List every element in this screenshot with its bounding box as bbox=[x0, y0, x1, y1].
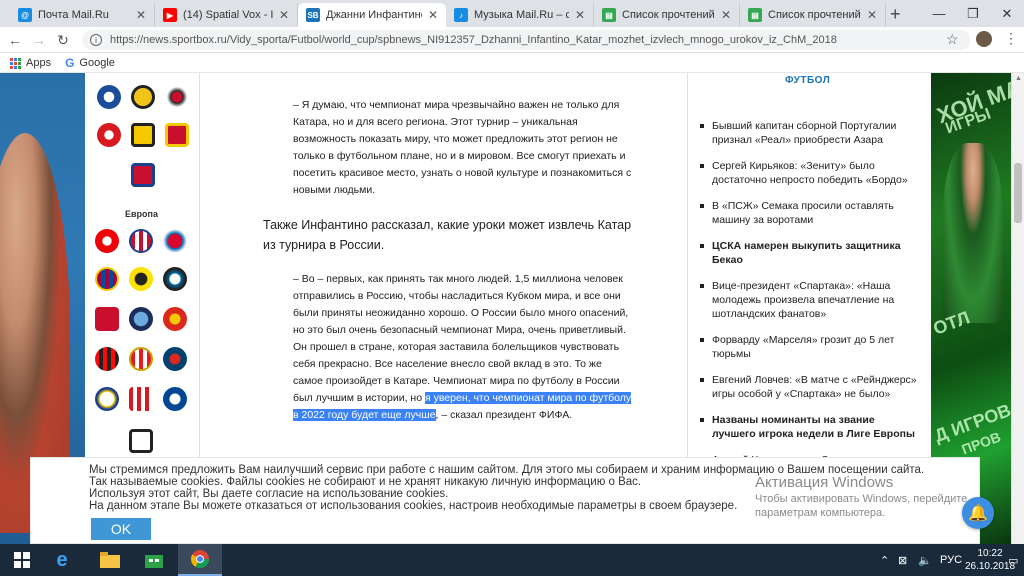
internet-explorer-icon[interactable]: e bbox=[40, 544, 84, 576]
tab-title: Список прочтений авто bbox=[622, 9, 715, 21]
tab-music[interactable]: ♪ Музыка Mail.Ru – слуша ✕ bbox=[446, 3, 594, 27]
network-icon[interactable]: ⊠ bbox=[898, 544, 907, 576]
club-logo[interactable] bbox=[163, 307, 187, 331]
reload-icon[interactable]: ↻ bbox=[54, 31, 72, 49]
news-item[interactable]: В «ПСЖ» Семака просили оставлять машину … bbox=[698, 199, 920, 227]
club-logo[interactable] bbox=[129, 307, 153, 331]
club-logo[interactable] bbox=[129, 429, 153, 453]
club-logo[interactable] bbox=[129, 229, 153, 253]
cookie-ok-button[interactable]: OK bbox=[91, 518, 151, 540]
mail-icon: @ bbox=[18, 8, 32, 22]
tab-title: (14) Spatial Vox - Inc bbox=[183, 9, 273, 21]
windows-start-icon[interactable] bbox=[0, 544, 44, 576]
banner-graphic: ОТЛ bbox=[931, 307, 973, 339]
notification-bell-icon[interactable]: 🔔 bbox=[962, 497, 994, 529]
close-icon[interactable]: ✕ bbox=[867, 8, 877, 22]
sheet-icon: ▤ bbox=[748, 8, 762, 22]
scroll-thumb[interactable] bbox=[1014, 163, 1022, 223]
tab-title: Музыка Mail.Ru – слуша bbox=[474, 9, 569, 21]
club-logo[interactable] bbox=[129, 387, 153, 411]
youtube-icon: ▶ bbox=[163, 8, 177, 22]
store-icon[interactable] bbox=[132, 544, 176, 576]
browser-toolbar: ← → ↻ i https://news.sportbox.ru/Vidy_sp… bbox=[0, 27, 1024, 53]
bookmark-google[interactable]: G Google bbox=[65, 56, 115, 70]
news-item[interactable]: Форварду «Марселя» грозит до 5 лет тюрьм… bbox=[698, 333, 920, 361]
club-logo[interactable] bbox=[165, 85, 189, 109]
club-logo[interactable] bbox=[95, 229, 119, 253]
tab-youtube[interactable]: ▶ (14) Spatial Vox - Inc ✕ bbox=[155, 3, 298, 27]
minimize-button[interactable]: — bbox=[922, 0, 956, 27]
news-item[interactable]: Евгений Ловчев: «В матче с «Рейнджерс» и… bbox=[698, 373, 920, 401]
club-logo[interactable] bbox=[129, 347, 153, 371]
club-logo[interactable] bbox=[95, 347, 119, 371]
new-tab-button[interactable]: + bbox=[890, 4, 901, 25]
close-icon[interactable]: ✕ bbox=[279, 8, 289, 22]
google-icon: G bbox=[65, 55, 75, 70]
news-item[interactable]: ЦСКА намерен выкупить защитника Бекао bbox=[698, 239, 920, 267]
news-list: Бывший капитан сборной Португалии призна… bbox=[698, 119, 920, 479]
club-logo[interactable] bbox=[163, 267, 187, 291]
bookmarks-bar: Apps G Google bbox=[0, 53, 1024, 73]
back-icon[interactable]: ← bbox=[6, 31, 24, 49]
tab-mail[interactable]: @ Почта Mail.Ru ✕ bbox=[10, 3, 155, 27]
club-logo[interactable] bbox=[97, 85, 121, 109]
tab-title: Джанни Инфантино: «К bbox=[326, 9, 422, 21]
file-explorer-icon[interactable] bbox=[88, 544, 132, 576]
lead-paragraph: Также Инфантино рассказал, какие уроки м… bbox=[263, 218, 632, 252]
tab-title: Список прочтений авто bbox=[768, 9, 861, 21]
sheet-icon: ▤ bbox=[602, 8, 616, 22]
club-logo[interactable] bbox=[163, 229, 187, 253]
close-icon[interactable]: ✕ bbox=[575, 8, 585, 22]
club-logo[interactable] bbox=[163, 347, 187, 371]
quote-paragraph: – Во – первых, как принять так много люд… bbox=[293, 273, 632, 421]
close-icon[interactable]: ✕ bbox=[428, 8, 438, 22]
menu-icon[interactable]: ⋮ bbox=[1004, 30, 1018, 47]
bookmark-star-icon[interactable]: ☆ bbox=[946, 31, 959, 48]
club-logo[interactable] bbox=[95, 267, 119, 291]
club-logo[interactable] bbox=[131, 123, 155, 147]
forward-icon[interactable]: → bbox=[30, 31, 48, 49]
tab-bar: @ Почта Mail.Ru ✕ ▶ (14) Spatial Vox - I… bbox=[0, 0, 1024, 27]
club-logo[interactable] bbox=[165, 123, 189, 147]
profile-avatar[interactable] bbox=[976, 31, 992, 47]
scroll-up-icon[interactable]: ▲ bbox=[1015, 75, 1022, 82]
sportbox-icon: SB bbox=[306, 8, 320, 22]
close-icon[interactable]: ✕ bbox=[721, 8, 731, 22]
tab-sheet-1[interactable]: ▤ Список прочтений авто ✕ bbox=[594, 3, 740, 27]
player-photo bbox=[943, 143, 1003, 323]
close-window-button[interactable]: ✕ bbox=[990, 0, 1024, 27]
news-item[interactable]: Сергей Кирьяков: «Зениту» было достаточн… bbox=[698, 159, 920, 187]
info-icon[interactable]: i bbox=[90, 34, 102, 46]
tray-chevron-icon[interactable]: ⌃ bbox=[880, 544, 889, 576]
language-indicator[interactable]: РУС bbox=[940, 544, 962, 576]
chrome-icon[interactable] bbox=[178, 544, 222, 576]
club-logo[interactable] bbox=[129, 267, 153, 291]
url-text: https://news.sportbox.ru/Vidy_sporta/Fut… bbox=[110, 34, 837, 46]
volume-icon[interactable]: 🔈 bbox=[918, 544, 932, 576]
quote-paragraph: – Я думаю, что чемпионат мира чрезвычайн… bbox=[293, 99, 632, 196]
club-logo[interactable] bbox=[131, 85, 155, 109]
news-item[interactable]: Бывший капитан сборной Португалии призна… bbox=[698, 119, 920, 147]
tab-sheet-2[interactable]: ▤ Список прочтений авто ✕ bbox=[740, 3, 886, 27]
address-bar[interactable]: i https://news.sportbox.ru/Vidy_sporta/F… bbox=[82, 30, 970, 50]
club-logo[interactable] bbox=[163, 387, 187, 411]
action-center-icon[interactable]: ▭ bbox=[1008, 544, 1018, 576]
club-logo[interactable] bbox=[131, 163, 155, 187]
club-logo[interactable] bbox=[97, 123, 121, 147]
tab-sportbox[interactable]: SB Джанни Инфантино: «К ✕ bbox=[298, 3, 446, 27]
tab-title: Почта Mail.Ru bbox=[38, 9, 109, 21]
section-header[interactable]: ФУТБОЛ bbox=[785, 75, 830, 86]
maximize-button[interactable]: ❐ bbox=[956, 0, 990, 27]
music-icon: ♪ bbox=[454, 8, 468, 22]
bookmark-apps[interactable]: Apps bbox=[10, 57, 51, 69]
club-logo[interactable] bbox=[95, 387, 119, 411]
apps-icon bbox=[10, 57, 21, 69]
windows-taskbar: e ⌃ ⊠ 🔈 РУС 10:22 26.10.2018 ▭ bbox=[0, 544, 1024, 576]
news-item[interactable]: Вице-президент «Спартака»: «Наша молодеж… bbox=[698, 279, 920, 321]
news-item[interactable]: Названы номинанты на звание лучшего игро… bbox=[698, 413, 920, 441]
close-icon[interactable]: ✕ bbox=[136, 8, 146, 22]
club-logo[interactable] bbox=[95, 307, 119, 331]
section-label-europe: Европа bbox=[125, 209, 158, 219]
